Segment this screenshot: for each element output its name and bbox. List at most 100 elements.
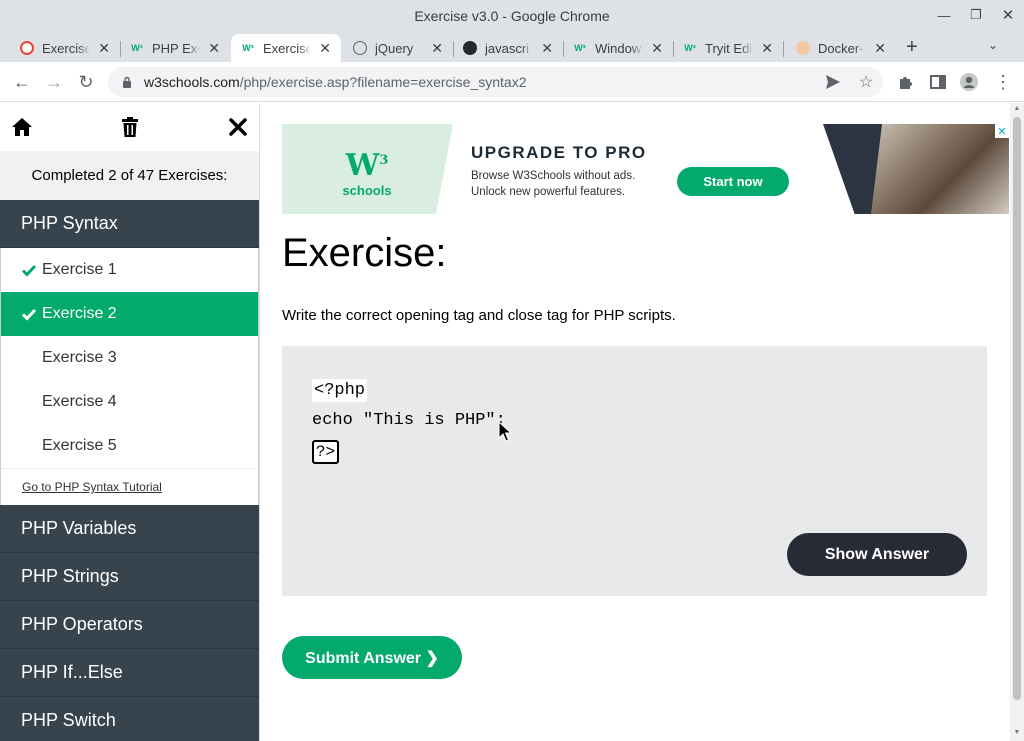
exercise-item-1[interactable]: Exercise 1 [1,248,258,292]
star-icon[interactable]: ☆ [856,72,876,92]
browser-toolbar: ← → ↻ w3schools.com/php/exercise.asp?fil… [0,62,1024,102]
w3-icon: W³ [131,43,143,53]
tab-label: Docker- [818,40,864,56]
tab-label: jQuery [375,40,414,56]
sidebar-icon-bar [0,103,259,151]
url-host: w3schools.com [144,74,240,90]
window-title: Exercise v3.0 - Google Chrome [414,8,610,24]
exercise-item-5[interactable]: Exercise 5 [1,424,258,468]
sidebar-section-php-syntax[interactable]: PHP Syntax [0,200,259,248]
tab-1[interactable]: W³ PHP Exe ✕ [120,34,230,62]
w3-icon: W³ [684,43,696,53]
tab-label: javascri [485,40,530,56]
exercise-main: W3 schools UPGRADE TO PRO Browse W3Schoo… [282,103,1009,741]
show-answer-button[interactable]: Show Answer [787,533,967,576]
sidebar-section-php-strings[interactable]: PHP Strings [0,553,259,601]
reload-icon[interactable]: ↻ [74,70,98,94]
tab-2-active[interactable]: W³ Exercise ✕ [231,34,341,62]
close-icon[interactable] [226,115,250,139]
close-tab-icon[interactable]: ✕ [651,40,663,57]
sidebar-section-php-operators[interactable]: PHP Operators [0,601,259,649]
tab-4[interactable]: javascri ✕ [453,34,563,62]
exercise-label: Exercise 4 [42,393,117,410]
close-tab-icon[interactable]: ✕ [431,40,443,57]
tab-label: Tryit Edi [705,40,753,56]
maximize-button[interactable]: ❐ [961,4,991,26]
close-tab-icon[interactable]: ✕ [874,40,886,57]
tab-5[interactable]: W³ Window ✕ [563,34,673,62]
goto-tutorial-link[interactable]: Go to PHP Syntax Tutorial [1,468,258,505]
forward-arrow-icon[interactable]: → [42,70,66,94]
code-line-echo: echo "This is PHP"; [312,411,506,430]
close-tab-icon[interactable]: ✕ [98,40,110,57]
exercise-sidebar: Completed 2 of 47 Exercises: PHP Syntax … [0,103,260,741]
kebab-menu-icon[interactable]: ⋮ [993,72,1013,92]
sidebar-section-php-variables[interactable]: PHP Variables [0,505,259,553]
tab-6[interactable]: W³ Tryit Edi ✕ [673,34,783,62]
avatar-icon [796,41,810,55]
trash-icon[interactable] [118,115,142,139]
side-panel-icon[interactable] [928,72,948,92]
code-line-open-tag: <?php [312,379,368,402]
tab-label: Window [595,40,642,56]
ad-headline: UPGRADE TO PRO [471,143,647,162]
close-tab-icon[interactable]: ✕ [208,40,220,57]
progress-text: Completed 2 of 47 Exercises: [0,151,259,200]
start-now-button[interactable]: Start now [677,167,789,196]
check-icon [21,264,37,277]
page-title: Exercise: [282,231,447,275]
scroll-up-icon[interactable]: ▲ [1013,105,1021,112]
exercise-description: Write the correct opening tag and close … [282,307,676,324]
exercise-item-4[interactable]: Exercise 4 [1,380,258,424]
exercise-label: Exercise 5 [42,437,117,454]
github-icon [463,41,477,55]
exercise-item-3[interactable]: Exercise 3 [1,336,258,380]
close-tab-icon[interactable]: ✕ [319,40,331,57]
submit-answer-button[interactable]: Submit Answer ❯ [282,636,462,679]
scrollbar-thumb[interactable] [1013,117,1021,700]
circle-c-icon [20,41,34,55]
lock-icon [123,76,131,88]
chevron-down-icon[interactable]: ⌄ [988,38,998,52]
page-scrollbar[interactable]: ▲ ▼ [1010,103,1024,741]
exercise-label: Exercise 3 [42,349,117,366]
check-icon [21,308,37,321]
w3-icon: W³ [574,43,586,53]
window-titlebar: Exercise v3.0 - Google Chrome — ❐ ✕ [0,0,1024,32]
exercise-label: Exercise 1 [42,261,117,278]
w3schools-logo: W3 schools [342,148,392,199]
send-icon[interactable] [823,72,843,92]
address-bar[interactable]: w3schools.com/php/exercise.asp?filename=… [108,67,883,97]
ad-close-icon[interactable]: ✕ [995,124,1009,138]
home-icon[interactable] [10,115,34,139]
profile-avatar-icon[interactable] [959,72,979,92]
sidebar-section-php-switch[interactable]: PHP Switch [0,697,259,741]
close-window-button[interactable]: ✕ [993,4,1023,26]
mouse-cursor-icon [498,421,512,442]
close-tab-icon[interactable]: ✕ [761,40,773,57]
upgrade-ad-banner[interactable]: W3 schools UPGRADE TO PRO Browse W3Schoo… [282,124,1009,214]
url-path: /php/exercise.asp?filename=exercise_synt… [239,74,527,90]
exercise-label: Exercise 2 [42,305,117,322]
close-tab-icon[interactable]: ✕ [541,40,553,57]
tab-separator [783,41,784,57]
puzzle-icon[interactable] [896,72,916,92]
scroll-down-icon[interactable]: ▼ [1013,729,1021,736]
tab-0[interactable]: Exercise ✕ [10,34,120,62]
tab-strip: Exercise ✕ W³ PHP Exe ✕ W³ Exercise ✕ jQ… [0,32,1024,62]
new-tab-icon[interactable]: + [906,36,918,59]
tab-label: PHP Exe [152,40,200,56]
sidebar-section-php-if-else[interactable]: PHP If...Else [0,649,259,697]
exercise-item-2[interactable]: Exercise 2 [1,292,258,336]
tab-7[interactable]: Docker- ✕ [786,34,896,62]
ad-photo [871,124,1009,214]
answer-input[interactable]: ?> [312,440,339,464]
w3-icon: W³ [242,43,254,53]
tab-label: Exercise [263,40,311,56]
ad-subtext: Browse W3Schools without ads. Unlock new… [471,170,636,198]
minimize-button[interactable]: — [929,4,959,26]
back-arrow-icon[interactable]: ← [10,70,34,94]
tab-3[interactable]: jQuery ✕ [343,34,453,62]
exercise-list: Exercise 1 Exercise 2 Exercise 3 Exercis… [0,248,259,505]
tab-label: Exercise [42,40,90,56]
